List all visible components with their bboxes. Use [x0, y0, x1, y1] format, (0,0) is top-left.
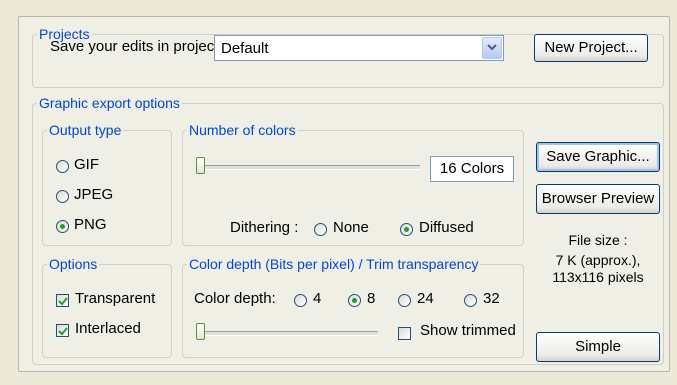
- depth-8-radio[interactable]: [348, 294, 361, 307]
- check-icon: [58, 297, 68, 306]
- colors-slider-track[interactable]: [198, 165, 420, 170]
- dither-none-label[interactable]: None: [333, 219, 369, 236]
- colors-value-box[interactable]: 16 Colors: [430, 156, 514, 182]
- depth-24-radio[interactable]: [398, 294, 411, 307]
- colors-value: 16 Colors: [439, 160, 505, 177]
- show-trimmed-label[interactable]: Show trimmed: [420, 322, 516, 339]
- save-graphic-label: Save Graphic...: [546, 148, 650, 165]
- show-trimmed-checkbox[interactable]: [398, 327, 411, 340]
- gif-label[interactable]: GIF: [74, 156, 99, 173]
- file-size-label: File size :: [568, 232, 628, 248]
- trim-slider-track[interactable]: [198, 331, 378, 336]
- browser-preview-label: Browser Preview: [541, 190, 655, 207]
- depth-32-label[interactable]: 32: [483, 290, 500, 307]
- save-graphic-button[interactable]: Save Graphic...: [536, 142, 660, 172]
- chevron-down-icon[interactable]: [482, 37, 502, 59]
- check-icon: [58, 327, 68, 336]
- depth-32-radio[interactable]: [464, 294, 477, 307]
- dithering-label: Dithering :: [230, 219, 299, 236]
- new-project-button[interactable]: New Project...: [534, 34, 648, 62]
- trim-slider-thumb[interactable]: [196, 323, 205, 340]
- graphic-export-legend: Graphic export options: [39, 95, 180, 111]
- file-size-value: 7 K (approx.),: [555, 252, 641, 268]
- browser-preview-button[interactable]: Browser Preview: [536, 184, 660, 214]
- gif-radio[interactable]: [56, 160, 69, 173]
- transparent-checkbox[interactable]: [56, 294, 69, 307]
- jpeg-label[interactable]: JPEG: [74, 186, 113, 203]
- depth-4-radio[interactable]: [294, 294, 307, 307]
- new-project-label: New Project...: [544, 39, 638, 56]
- options-legend: Options: [49, 256, 98, 272]
- project-select[interactable]: Default: [214, 35, 504, 61]
- interlaced-label[interactable]: Interlaced: [75, 320, 141, 337]
- dither-none-radio[interactable]: [314, 223, 327, 236]
- color-depth-group: Color depth (Bits per pixel) / Trim tran…: [182, 256, 524, 358]
- dither-diffused-label[interactable]: Diffused: [419, 219, 474, 236]
- simple-label: Simple: [575, 338, 621, 355]
- jpeg-radio[interactable]: [56, 190, 69, 203]
- color-depth-legend: Color depth (Bits per pixel) / Trim tran…: [189, 256, 479, 272]
- save-in-project-label: Save your edits in project: [50, 38, 219, 55]
- colors-slider-thumb[interactable]: [196, 157, 205, 174]
- number-of-colors-legend: Number of colors: [189, 122, 296, 138]
- project-select-value: Default: [221, 40, 269, 57]
- depth-4-label[interactable]: 4: [313, 290, 321, 307]
- output-type-legend: Output type: [49, 122, 122, 138]
- color-depth-label: Color depth:: [194, 290, 276, 307]
- options-group: Options: [42, 256, 172, 358]
- depth-8-label[interactable]: 8: [367, 290, 375, 307]
- file-info: File size : 7 K (approx.), 113x116 pixel…: [528, 232, 668, 286]
- png-radio[interactable]: [56, 220, 69, 233]
- simple-button[interactable]: Simple: [536, 332, 660, 362]
- depth-24-label[interactable]: 24: [417, 290, 434, 307]
- dither-diffused-radio[interactable]: [400, 223, 413, 236]
- png-label[interactable]: PNG: [74, 216, 107, 233]
- transparent-label[interactable]: Transparent: [75, 290, 155, 307]
- interlaced-checkbox[interactable]: [56, 324, 69, 337]
- file-dimensions: 113x116 pixels: [552, 269, 644, 285]
